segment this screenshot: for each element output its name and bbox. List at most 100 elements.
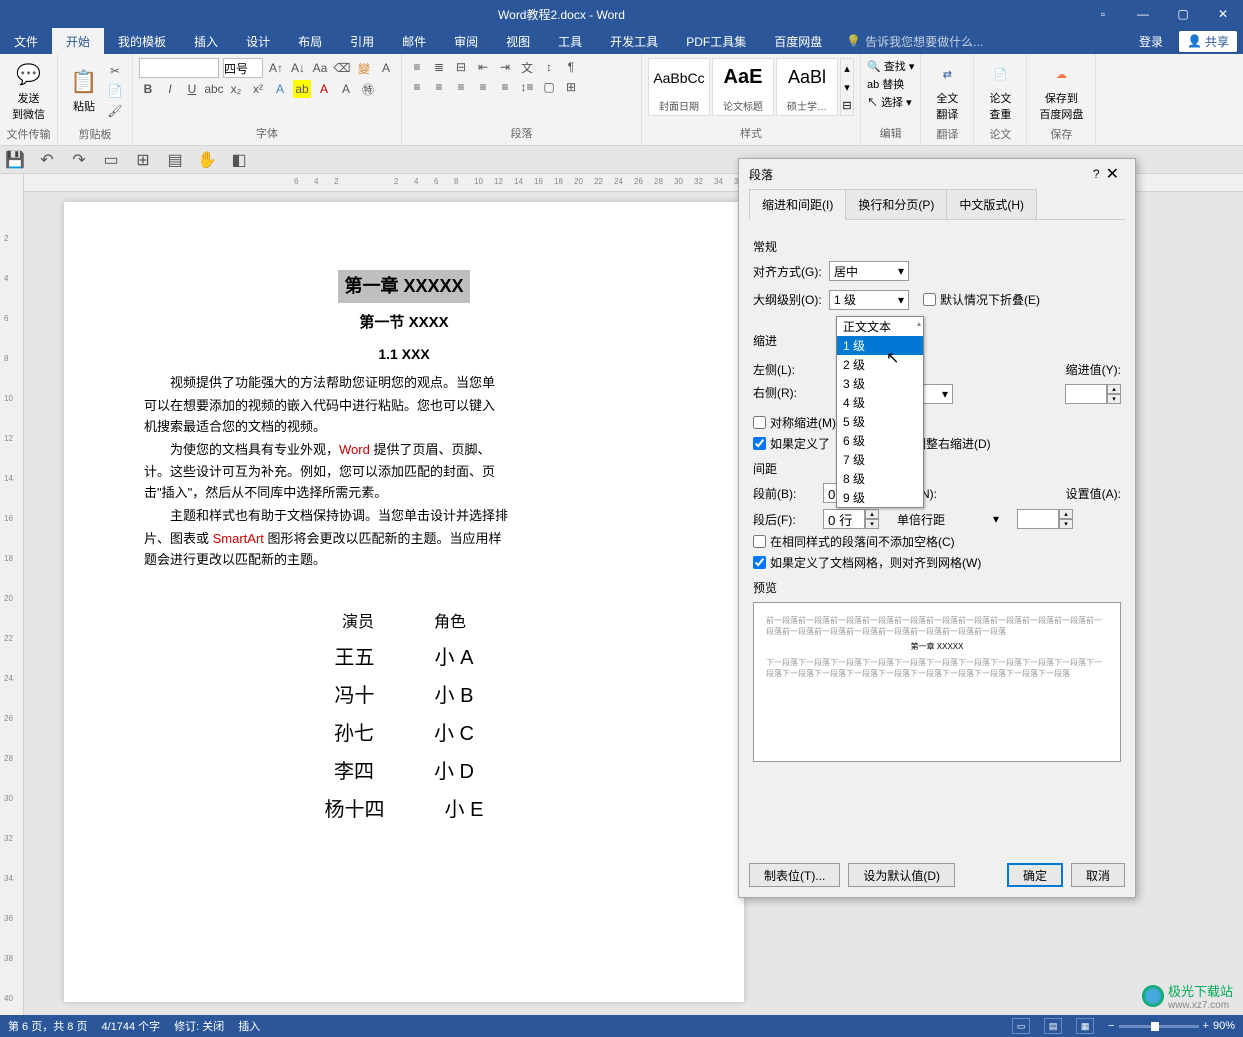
space-after-spinner[interactable]: ▴▾ — [823, 509, 879, 529]
select-button[interactable]: ↖ 选择 ▾ — [867, 94, 914, 110]
cancel-button[interactable]: 取消 — [1071, 863, 1125, 887]
change-case-icon[interactable]: Aa — [311, 59, 329, 77]
dropdown-option[interactable]: 3 级 — [837, 374, 923, 393]
zoom-level[interactable]: 90% — [1213, 1020, 1235, 1032]
web-layout-icon[interactable]: ▦ — [1076, 1018, 1094, 1034]
char-shading-icon[interactable]: A — [337, 80, 355, 98]
zoom-out-button[interactable]: − — [1108, 1020, 1114, 1032]
qat-table-icon[interactable]: ⊞ — [134, 151, 152, 169]
tab-layout[interactable]: 布局 — [284, 28, 336, 54]
revisions-status[interactable]: 修订: 关闭 — [174, 1018, 224, 1034]
strikethrough-button[interactable]: abc — [205, 80, 223, 98]
font-size-combo[interactable] — [223, 58, 263, 78]
paste-button[interactable]: 📋 粘贴 — [64, 58, 104, 124]
text-effects-icon[interactable]: A — [271, 80, 289, 98]
snap-grid-checkbox[interactable] — [753, 556, 766, 569]
line-spacing-icon[interactable]: ↕≡ — [518, 78, 536, 96]
multilevel-icon[interactable]: ⊟ — [452, 58, 470, 76]
dropdown-option[interactable]: 6 级 — [837, 431, 923, 450]
heading-1-selected[interactable]: 第一章 XXXXX — [338, 270, 469, 303]
shading-icon[interactable]: ▢ — [540, 78, 558, 96]
borders-icon[interactable]: ⊞ — [562, 78, 580, 96]
mirror-indent-checkbox[interactable] — [753, 416, 766, 429]
set-value-spinner[interactable]: ▴▾ — [1017, 509, 1073, 529]
vertical-ruler[interactable]: 24 68 1012 1416 1820 2224 2628 3032 3436… — [0, 174, 24, 1015]
sort-icon[interactable]: ↕ — [540, 58, 558, 76]
line-spacing-combo[interactable]: 单倍行距▾ — [893, 511, 1003, 528]
phonetic-icon[interactable]: 變 — [355, 59, 373, 77]
tab-references[interactable]: 引用 — [336, 28, 388, 54]
tab-mailings[interactable]: 邮件 — [388, 28, 440, 54]
qat-layout-icon[interactable]: ▤ — [166, 151, 184, 169]
no-space-checkbox[interactable] — [753, 535, 766, 548]
dropdown-option[interactable]: 7 级 — [837, 450, 923, 469]
print-layout-icon[interactable]: ▤ — [1044, 1018, 1062, 1034]
tab-file[interactable]: 文件 — [0, 28, 52, 54]
bold-button[interactable]: B — [139, 80, 157, 98]
tab-pdf[interactable]: PDF工具集 — [672, 28, 760, 54]
increase-indent-icon[interactable]: ⇥ — [496, 58, 514, 76]
align-left-icon[interactable]: ≡ — [408, 78, 426, 96]
style-item[interactable]: AaBl硕士学… — [776, 58, 838, 116]
tab-tools[interactable]: 工具 — [544, 28, 596, 54]
close-window-button[interactable]: ✕ — [1203, 0, 1243, 28]
tabs-button[interactable]: 制表位(T)... — [749, 863, 840, 887]
distribute-icon[interactable]: ≡ — [496, 78, 514, 96]
underline-button[interactable]: U — [183, 80, 201, 98]
zoom-slider[interactable] — [1119, 1025, 1199, 1028]
styles-gallery[interactable]: AaBbCc封面日期 AaE论文标题 AaBl硕士学… ▴ ▾ ⊟ — [648, 58, 854, 116]
justify-icon[interactable]: ≡ — [474, 78, 492, 96]
copy-icon[interactable]: 📄 — [106, 82, 124, 100]
tab-insert[interactable]: 插入 — [180, 28, 232, 54]
zoom-in-button[interactable]: + — [1203, 1020, 1209, 1032]
dropdown-option[interactable]: 9 级 — [837, 488, 923, 507]
collapse-checkbox[interactable] — [923, 293, 936, 306]
spin-down-icon[interactable]: ▾ — [1107, 394, 1121, 404]
dropdown-option[interactable]: 5 级 — [837, 412, 923, 431]
styles-down-icon[interactable]: ▾ — [841, 78, 853, 97]
ribbon-options-icon[interactable]: ▫ — [1083, 0, 1123, 28]
enclose-char-icon[interactable]: ㊕ — [359, 80, 377, 98]
tab-developer[interactable]: 开发工具 — [596, 28, 672, 54]
superscript-button[interactable]: x² — [249, 80, 267, 98]
styles-more-icon[interactable]: ⊟ — [841, 96, 853, 115]
read-mode-icon[interactable]: ▭ — [1012, 1018, 1030, 1034]
format-painter-icon[interactable]: 🖌 — [106, 102, 124, 120]
dropdown-option[interactable]: 8 级 — [837, 469, 923, 488]
text-direction-icon[interactable]: 文 — [518, 58, 536, 76]
highlight-icon[interactable]: ab — [293, 80, 311, 98]
decrease-indent-icon[interactable]: ⇤ — [474, 58, 492, 76]
grow-font-icon[interactable]: A↑ — [267, 59, 285, 77]
outline-level-dropdown[interactable]: 正文文本 1 级 2 级 3 级 4 级 5 级 6 级 7 级 8 级 9 级… — [836, 316, 924, 508]
tab-view[interactable]: 视图 — [492, 28, 544, 54]
font-family-combo[interactable] — [139, 58, 219, 78]
dialog-tab-asian[interactable]: 中文版式(H) — [946, 189, 1037, 219]
dialog-help-button[interactable]: ? — [1093, 167, 1100, 181]
undo-icon[interactable]: ↶ — [38, 151, 56, 169]
tab-design[interactable]: 设计 — [232, 28, 284, 54]
qat-hand-icon[interactable]: ✋ — [198, 151, 216, 169]
document-page[interactable]: 第一章 XXXXX 第一节 XXXX 1.1 XXX 视频提供了功能强大的方法帮… — [64, 202, 744, 1002]
bullets-icon[interactable]: ≡ — [408, 58, 426, 76]
font-color-icon[interactable]: A — [315, 80, 333, 98]
dropdown-option-selected[interactable]: 1 级 — [837, 336, 923, 355]
numbering-icon[interactable]: ≣ — [430, 58, 448, 76]
style-item[interactable]: AaE论文标题 — [712, 58, 774, 116]
ok-button[interactable]: 确定 — [1007, 863, 1063, 887]
word-count[interactable]: 4/1744 个字 — [101, 1018, 160, 1034]
tab-baidu[interactable]: 百度网盘 — [760, 28, 836, 54]
replace-button[interactable]: ab 替换 — [867, 76, 914, 92]
redo-icon[interactable]: ↷ — [70, 151, 88, 169]
tell-me-input[interactable]: 💡告诉我您想要做什么... — [846, 33, 983, 50]
maximize-button[interactable]: ▢ — [1163, 0, 1203, 28]
dropdown-option[interactable]: 2 级 — [837, 355, 923, 374]
clear-format-icon[interactable]: ⌫ — [333, 59, 351, 77]
alignment-combo[interactable]: 居中▾ — [829, 261, 909, 281]
qat-snap-icon[interactable]: ◧ — [230, 151, 248, 169]
style-item[interactable]: AaBbCc封面日期 — [648, 58, 710, 116]
set-default-button[interactable]: 设为默认值(D) — [848, 863, 955, 887]
align-right-icon[interactable]: ≡ — [452, 78, 470, 96]
dialog-tab-pagination[interactable]: 换行和分页(P) — [845, 189, 947, 219]
page-indicator[interactable]: 第 6 页，共 8 页 — [8, 1018, 87, 1034]
dropdown-option[interactable]: 正文文本 — [837, 317, 923, 336]
